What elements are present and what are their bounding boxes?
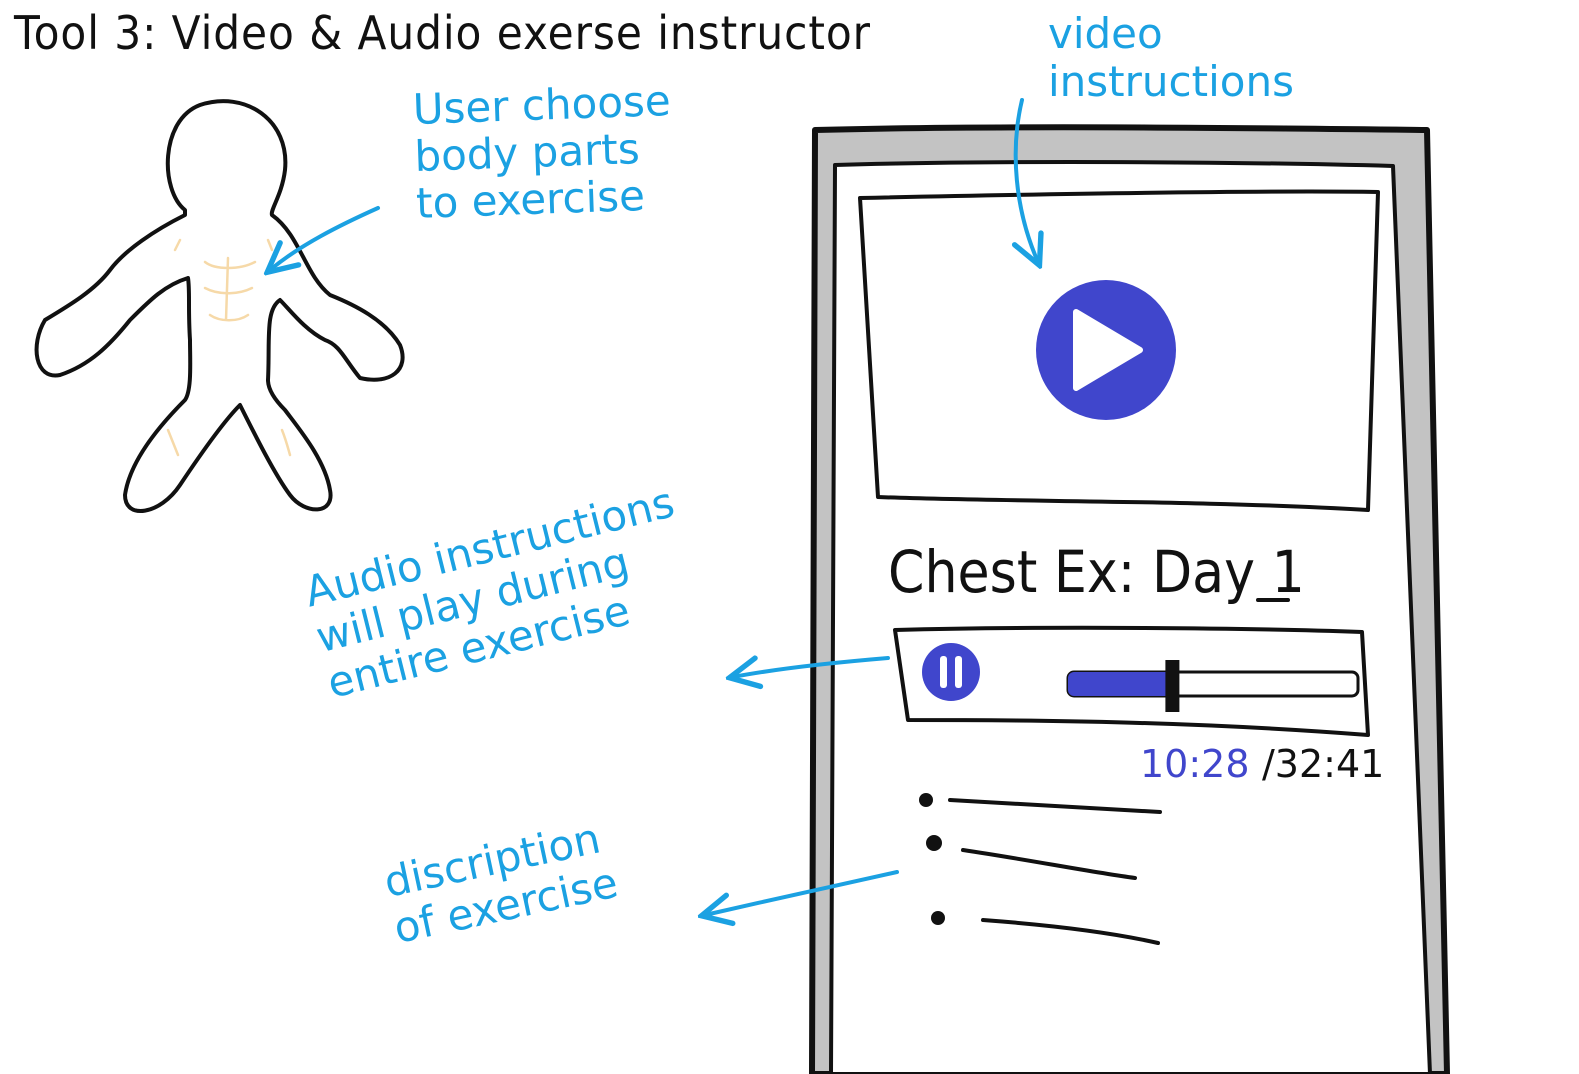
video-player[interactable] [858,189,1380,512]
total-time: /32:41 [1262,742,1385,786]
audio-player[interactable] [893,625,1370,737]
play-button[interactable] [1036,280,1176,420]
pause-icon [940,656,947,688]
exercise-title: Chest Ex: Day 1 [888,538,1305,606]
body-figure[interactable] [34,99,405,513]
current-time: 10:28 [1140,742,1250,786]
pause-button[interactable] [922,643,980,701]
audio-progress-fill [1068,672,1173,696]
note-video-instructions: video instructions [1048,9,1294,107]
note-body-parts: User choose body parts to exercise [411,75,672,228]
slider-handle[interactable] [1165,660,1180,712]
sketch-canvas [34,98,1450,1074]
